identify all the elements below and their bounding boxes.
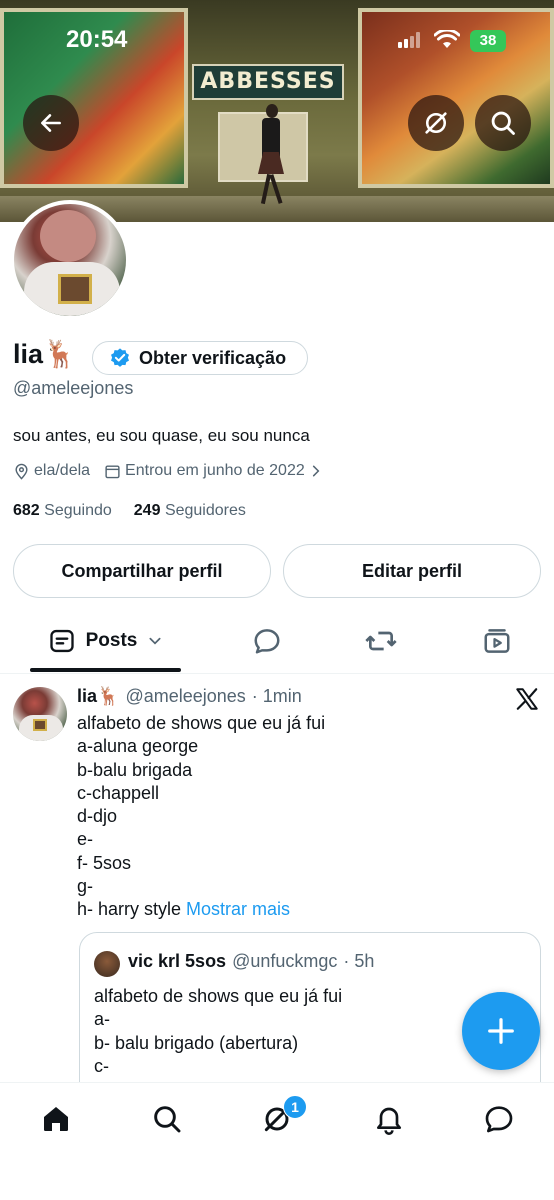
post-line: alfabeto de shows que eu já fui <box>77 713 326 733</box>
profile-name: lia🦌 <box>13 339 77 369</box>
repost-icon <box>365 631 397 651</box>
show-more-link[interactable]: Mostrar mais <box>186 899 290 919</box>
post-line: h- harry style <box>77 899 182 920</box>
post-line: d-djo <box>77 806 118 827</box>
post-line: c-chappell <box>77 782 160 803</box>
post-body: alfabeto de shows que eu já fui a-aluna … <box>77 712 325 922</box>
tab-media[interactable] <box>468 612 526 670</box>
nav-home[interactable] <box>28 1097 84 1141</box>
verified-badge-icon <box>111 348 129 367</box>
post-line: e- <box>77 829 94 850</box>
banner-walking-person <box>258 104 284 205</box>
search-icon <box>491 111 515 135</box>
tab-reposts[interactable] <box>352 612 410 670</box>
quoted-author-name: vic krl 5sos <box>128 951 227 971</box>
video-library-icon <box>484 629 510 653</box>
reply-bubble-icon <box>254 629 280 654</box>
tab-posts-label: Posts <box>85 630 138 651</box>
followers-count: 249 <box>133 502 161 519</box>
quoted-post-line: alfabeto de shows que eu já fui <box>94 986 343 1006</box>
get-verified-button[interactable]: Obter verificação <box>92 341 308 375</box>
quoted-author-handle: @unfuckmgc <box>232 951 338 971</box>
edit-profile-button[interactable]: Editar perfil <box>283 544 541 598</box>
battery-indicator: 38 <box>470 30 506 52</box>
following-label: Seguindo <box>44 502 112 519</box>
post-author-handle: @ameleejones <box>125 686 246 706</box>
post-timestamp: · 1min <box>251 686 302 706</box>
profile-pronouns: ela/dela <box>13 462 90 480</box>
post-author-name[interactable]: lia🦌 <box>77 686 119 707</box>
cellular-signal-icon <box>398 32 420 48</box>
post-line-last: h- harry style Mostrar mais <box>77 898 325 921</box>
bell-icon <box>377 1107 401 1135</box>
tab-posts-underline <box>30 668 181 672</box>
location-pin-icon <box>15 463 28 480</box>
profile-bio: sou antes, eu sou quase, eu sou nunca <box>13 426 310 445</box>
banner-station-sign: ABBESSES <box>192 64 344 100</box>
profile-joined[interactable]: Entrou em junho de 2022 <box>104 462 323 480</box>
grok-icon <box>425 112 447 134</box>
follow-counts: 682 Seguindo 249 Seguidores <box>13 502 246 520</box>
quoted-post-line: b- balu brigado (abertura) <box>94 1032 299 1053</box>
compose-post-button[interactable] <box>462 992 540 1070</box>
nav-messages[interactable] <box>471 1097 527 1141</box>
joined-text: Entrou em junho de 2022 <box>125 462 305 479</box>
profile-meta: ela/dela Entrou em junho de 2022 <box>13 461 337 481</box>
search-icon <box>154 1106 181 1133</box>
posts-icon <box>49 629 74 653</box>
chevron-down-icon <box>149 637 161 645</box>
nav-notifications[interactable] <box>361 1097 417 1141</box>
get-verified-label: Obter verificação <box>139 347 287 368</box>
quoted-post-line: c- <box>94 1055 109 1076</box>
chat-bubble-icon <box>485 1106 513 1133</box>
profile-tabs: Posts <box>0 612 554 674</box>
search-button[interactable] <box>475 95 531 151</box>
plus-icon <box>488 1018 514 1044</box>
back-button[interactable] <box>23 95 79 151</box>
grok-button[interactable] <box>408 95 464 151</box>
tab-posts[interactable]: Posts <box>30 612 181 670</box>
tab-replies[interactable] <box>238 612 296 670</box>
chevron-right-icon <box>312 465 320 477</box>
post-line: b-balu brigada <box>77 759 193 780</box>
wifi-icon <box>434 30 460 48</box>
post-author-avatar[interactable] <box>13 687 67 741</box>
followers-label: Seguidores <box>164 502 246 519</box>
arrow-left-icon <box>41 114 61 132</box>
post-header: lia🦌 @ameleejones · 1min <box>77 686 302 707</box>
followers-link[interactable]: 249 Seguidores <box>134 502 246 520</box>
post-line: a-aluna george <box>77 736 199 757</box>
status-time: 20:54 <box>66 26 128 53</box>
notification-count-badge: 1 <box>283 1095 307 1119</box>
profile-handle: @ameleejones <box>13 378 134 398</box>
profile-avatar[interactable] <box>10 200 130 320</box>
quoted-post-body: alfabeto de shows que eu já fui a- b- ba… <box>94 985 342 1078</box>
quoted-post-header: vic krl 5sos @unfuckmgc · 5h <box>128 951 374 972</box>
share-profile-button[interactable]: Compartilhar perfil <box>13 544 271 598</box>
home-icon <box>44 1107 68 1131</box>
x-logo-icon <box>516 688 538 710</box>
pronouns-text: ela/dela <box>34 462 91 479</box>
post-line: g- <box>77 876 94 897</box>
nav-search[interactable] <box>139 1097 195 1141</box>
quoted-author-avatar <box>94 951 120 977</box>
following-link[interactable]: 682 Seguindo <box>13 502 112 520</box>
post-line: f- 5sos <box>77 852 132 873</box>
following-count: 682 <box>13 502 40 519</box>
quoted-post-timestamp: · 5h <box>343 951 375 971</box>
calendar-icon <box>105 464 120 478</box>
quoted-post-line: a- <box>94 1009 111 1030</box>
home-indicator <box>143 1180 411 1186</box>
